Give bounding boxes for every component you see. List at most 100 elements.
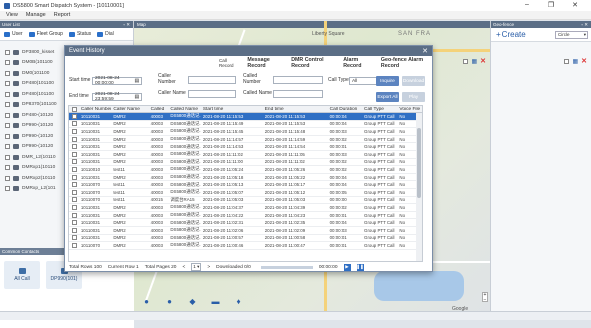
table-row[interactable]: 10110031 DMR2 40003 DS5800通话记... 2021-08-20 … [69, 121, 422, 129]
column-header[interactable]: Caller Number [79, 107, 111, 112]
play-button[interactable]: Play [402, 92, 425, 102]
checkbox[interactable] [5, 49, 10, 55]
panel-controls-icon[interactable]: ▫ ✕ [581, 22, 588, 28]
start-time-input[interactable]: 2021-08-24 00:00:00 ▤ [92, 76, 142, 86]
column-header[interactable]: End time [263, 107, 328, 112]
checkbox[interactable] [5, 91, 10, 97]
row-checkbox[interactable] [72, 227, 78, 233]
user-tab[interactable]: User [4, 31, 23, 37]
checkbox[interactable] [5, 186, 10, 192]
pause-icon[interactable]: ❚❚ [356, 263, 364, 271]
column-header[interactable]: Caller Name [111, 107, 148, 112]
export-all-button[interactable]: Export All [376, 92, 399, 102]
checkbox[interactable] [5, 60, 10, 66]
table-row[interactable]: 10110031 DMR2 40003 DS5800通话记... 2021-08-20 … [69, 227, 422, 235]
person-icon[interactable]: ● [142, 297, 151, 306]
table-row[interactable]: 10110010 test11 40003 DS5800通话记... 2021-08-2… [69, 166, 422, 174]
row-checkbox[interactable] [72, 204, 78, 210]
checkbox[interactable] [5, 123, 10, 129]
pin-icon[interactable]: ♦ [234, 297, 243, 306]
checkbox[interactable] [5, 165, 10, 171]
route-icon[interactable]: ◆ [188, 297, 197, 306]
row-checkbox[interactable] [72, 151, 78, 157]
people-icon[interactable]: ● [165, 297, 174, 306]
table-scrollbar[interactable] [416, 113, 422, 261]
row-checkbox[interactable] [72, 212, 78, 218]
minimize-button[interactable]: – [518, 1, 536, 8]
column-header[interactable]: Called Name [168, 107, 200, 112]
table-row[interactable]: 10110031 DMR2 40003 DS5800通话记... 2021-08-20 … [69, 174, 422, 182]
called-number-input[interactable] [273, 75, 323, 84]
table-row[interactable]: 10110070 test11 40003 DS5800通话记... 2021-08-2… [69, 189, 422, 197]
dial-tab[interactable]: Dial [97, 31, 114, 37]
tab-message-record[interactable]: Message Record [247, 57, 282, 69]
column-header[interactable]: Call Duration [328, 107, 362, 112]
caller-number-input[interactable] [188, 75, 236, 84]
ruler-icon[interactable]: ▬ [211, 297, 220, 306]
row-checkbox[interactable] [72, 121, 78, 127]
table-row[interactable]: 10110031 DMR2 40003 DS5800通话记... 2021-08-20 … [69, 219, 422, 227]
play-icon[interactable]: ▶ [343, 263, 351, 271]
row-checkbox[interactable] [72, 182, 78, 188]
download-button[interactable]: Download [402, 76, 425, 86]
table-row[interactable]: 10110031 DMR2 40003 DS5800通话记... 2021-08-20 … [69, 128, 422, 136]
delete-icon[interactable]: ✕ [581, 57, 587, 65]
inquire-button[interactable]: Inquire [376, 76, 399, 86]
table-row[interactable]: 10110031 DMR2 40003 DS5800通话记... 2021-08-20 … [69, 143, 422, 151]
select-all-checkbox[interactable] [69, 106, 79, 112]
table-row[interactable]: 10110031 DMR2 40003 DS5800通话记... 2021-08-20 … [69, 212, 422, 220]
scroll-thumb[interactable] [417, 128, 421, 198]
tab-alarm-record[interactable]: Alarm Record [343, 57, 372, 69]
row-checkbox[interactable] [72, 166, 78, 172]
table-row[interactable]: 10110070 DMR2 40003 DS5800通话记... 2021-08-20 … [69, 242, 422, 250]
playback-progress[interactable] [260, 265, 313, 269]
menu-report[interactable]: Report [54, 12, 71, 18]
table-row[interactable]: 10110031 DMR2 40003 DS5800通话记... 2021-08-20 … [69, 159, 422, 167]
menu-manage[interactable]: Manage [26, 12, 46, 18]
checkbox[interactable] [72, 106, 78, 112]
row-checkbox[interactable] [72, 136, 78, 142]
column-header[interactable]: Start time [201, 107, 263, 112]
checkbox[interactable] [5, 70, 10, 76]
calendar-icon[interactable]: ▤ [134, 95, 139, 100]
column-header[interactable]: Voice File [397, 107, 422, 112]
status-tab[interactable]: Status [68, 31, 91, 37]
checkbox[interactable] [463, 58, 469, 64]
row-checkbox[interactable] [72, 128, 78, 134]
table-row[interactable]: 10110031 DMR2 40003 DS5800通话记... 2021-08-20 … [69, 113, 422, 121]
fleet-group-tab[interactable]: Fleet Group [28, 31, 63, 37]
maximize-button[interactable]: ❐ [542, 1, 560, 9]
shape-select[interactable]: Circle ▾ [555, 30, 588, 39]
checkbox[interactable] [5, 112, 10, 118]
row-checkbox[interactable] [72, 174, 78, 180]
page-select[interactable]: 1 ▾ [191, 263, 202, 271]
row-checkbox[interactable] [72, 220, 78, 226]
prev-page-button[interactable]: < [182, 265, 185, 270]
caller-name-input[interactable] [188, 90, 236, 98]
table-row[interactable]: 10110031 DMR2 40003 DS5800通话记... 2021-08-20 … [69, 235, 422, 243]
table-row[interactable]: 10110031 DMR2 40003 DS5800通话记... 2021-08-20 … [69, 136, 422, 144]
row-checkbox[interactable] [72, 159, 78, 165]
contact-all-call[interactable]: All Call [4, 261, 40, 289]
tab-dmr-control-record[interactable]: DMR Control Record [291, 57, 334, 69]
checkbox[interactable] [5, 144, 10, 150]
zoom-control[interactable]: + − [482, 292, 488, 303]
panel-controls-icon[interactable]: ▫ ✕ [123, 22, 130, 28]
checkbox[interactable] [5, 133, 10, 139]
row-checkbox[interactable] [72, 197, 78, 203]
row-checkbox[interactable] [72, 235, 78, 241]
checkbox[interactable] [5, 81, 10, 87]
next-page-button[interactable]: > [207, 265, 210, 270]
table-row[interactable]: 10110070 test11 40003 DS5800通话记... 2021-08-2… [69, 181, 422, 189]
grid-icon[interactable]: ▦ [572, 58, 578, 65]
checkbox[interactable] [5, 102, 10, 108]
row-checkbox[interactable] [72, 113, 78, 119]
grid-icon[interactable]: ▦ [471, 58, 477, 65]
checkbox[interactable] [5, 175, 10, 181]
delete-icon[interactable]: ✕ [480, 57, 486, 65]
calendar-icon[interactable]: ▤ [134, 79, 139, 84]
checkbox[interactable] [5, 154, 10, 160]
called-name-input[interactable] [273, 90, 323, 98]
tab-call-record[interactable]: Call Record [219, 58, 238, 68]
table-row[interactable]: 10110070 test11 40015 调度台RA15 2021-08-20 11:… [69, 197, 422, 205]
